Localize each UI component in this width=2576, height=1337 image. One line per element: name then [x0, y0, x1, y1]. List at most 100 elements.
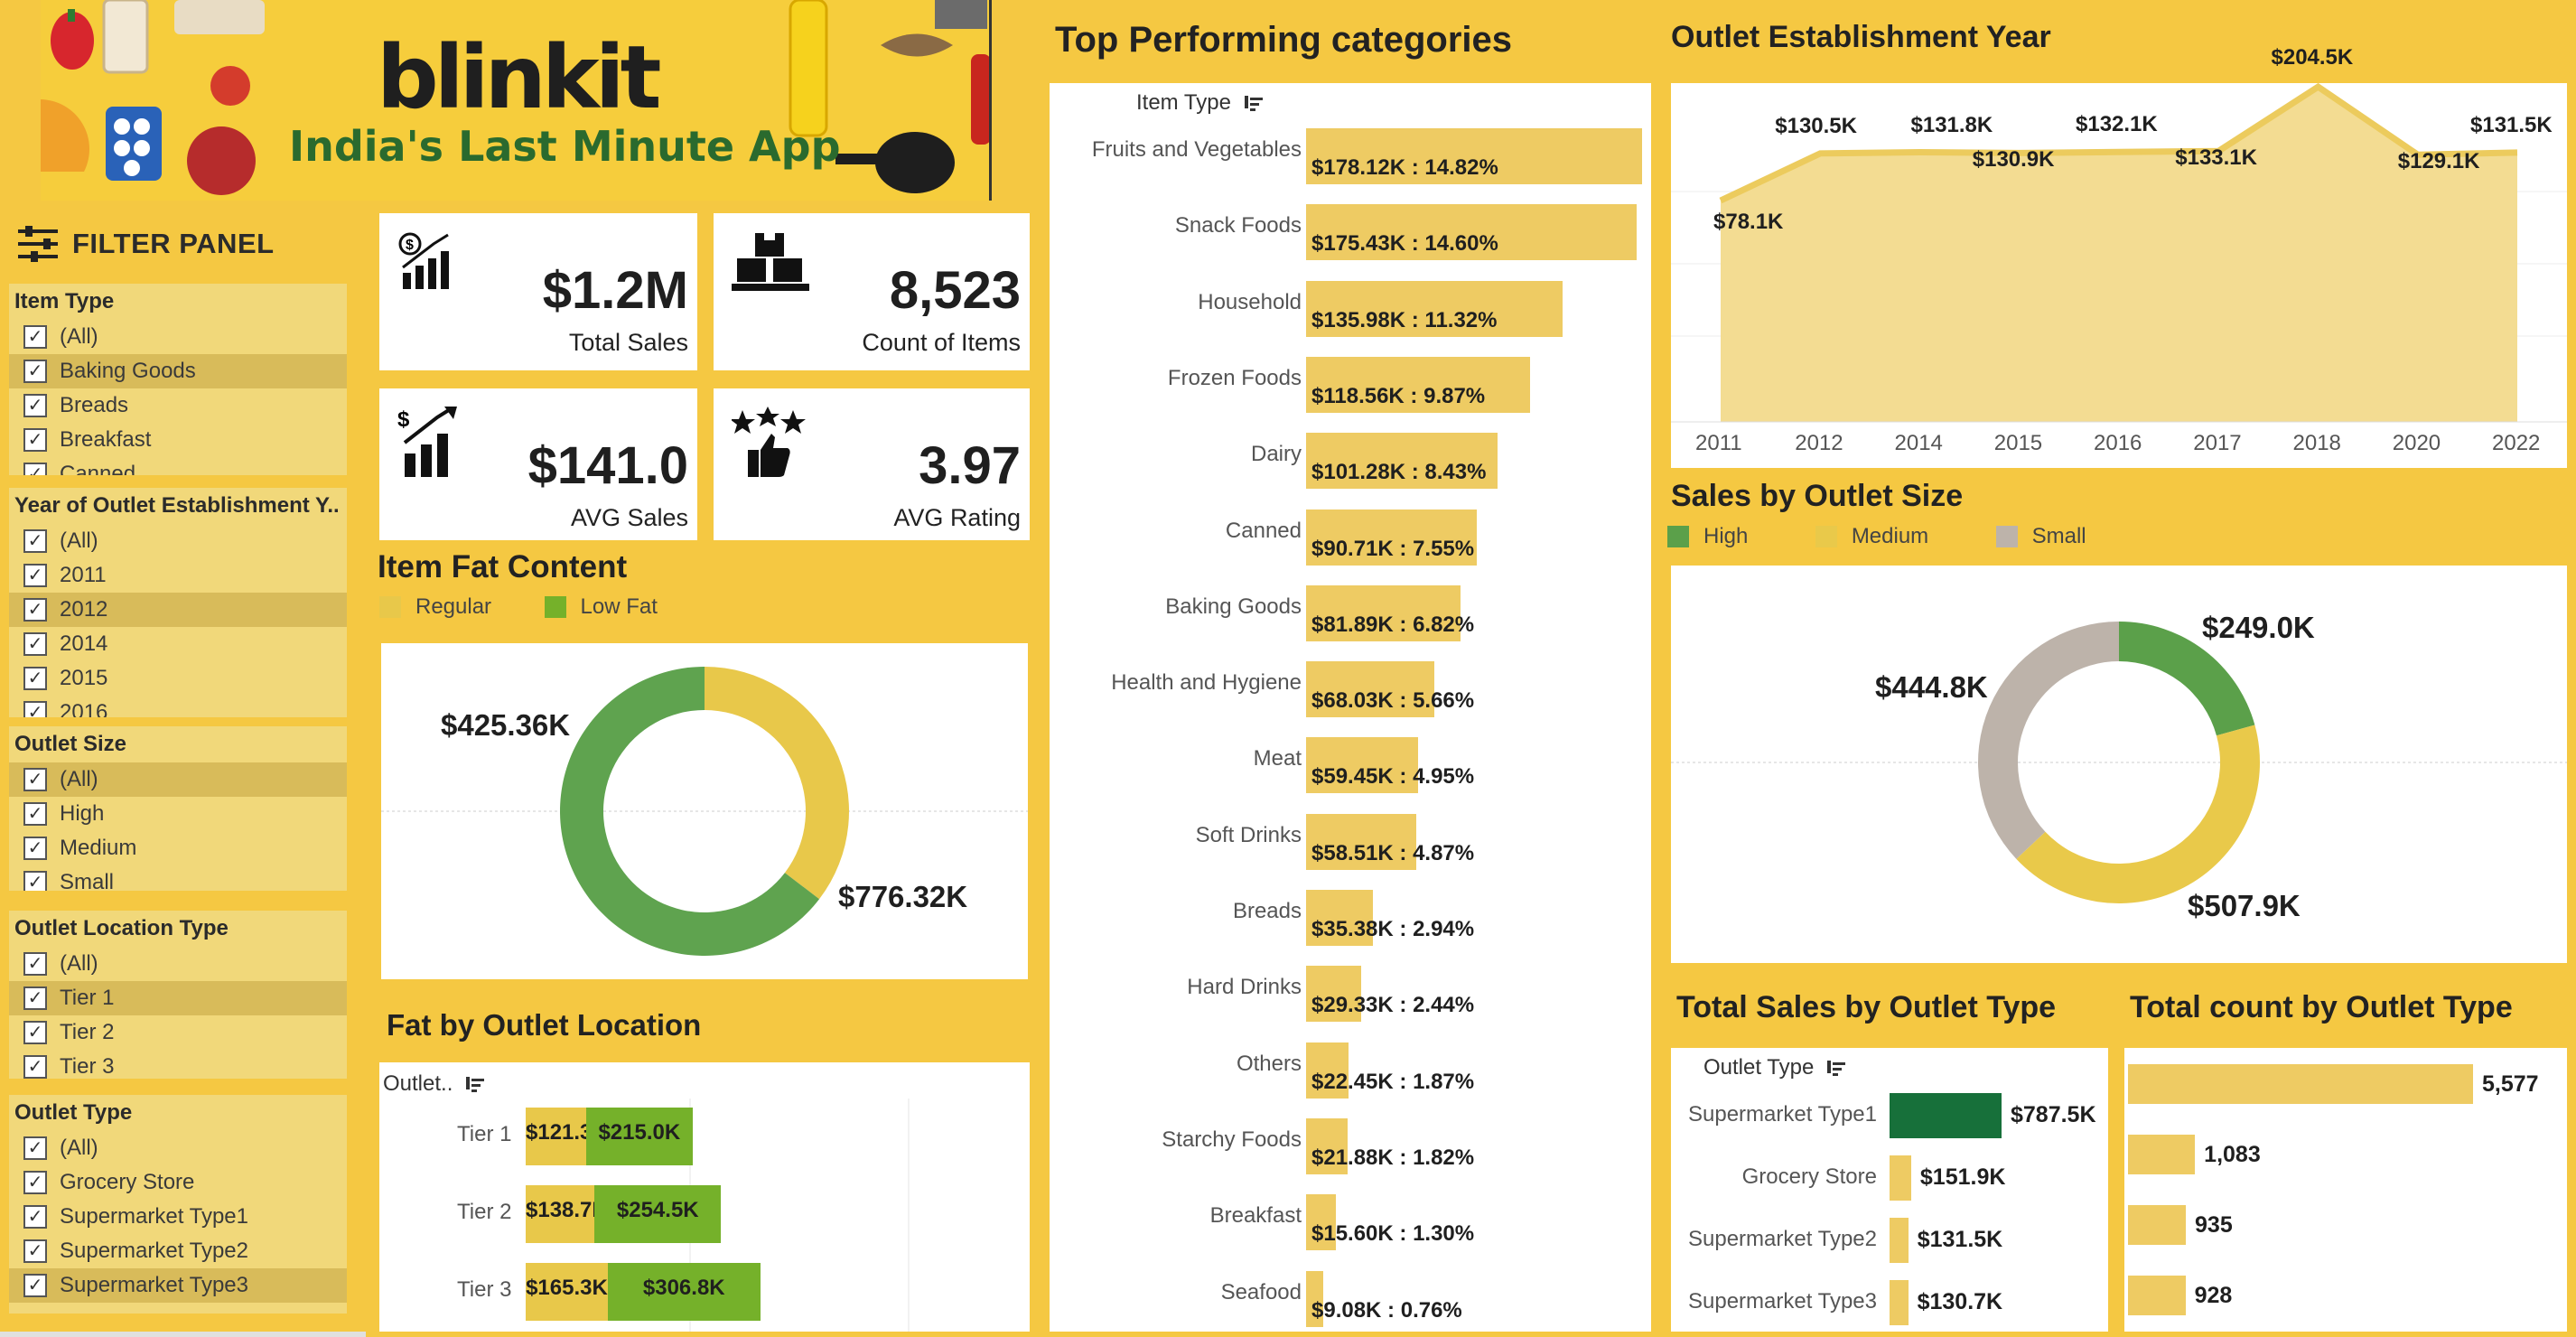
- category-row[interactable]: Starchy Foods $21.88K : 1.82%: [1050, 1117, 1655, 1174]
- fat-by-location-chart: Outlet.. Tier 1 $121.3K $215.0K Tier 2 $138.…: [379, 1062, 1030, 1332]
- outlet-type-bar[interactable]: [1890, 1093, 2002, 1138]
- filter-option[interactable]: ✓ Tier 2: [9, 1015, 347, 1050]
- checkbox[interactable]: ✓: [23, 463, 47, 475]
- checkbox[interactable]: ✓: [23, 598, 47, 622]
- low-fat-bar-segment[interactable]: $254.5K: [594, 1185, 722, 1243]
- filter-option[interactable]: ✓ High: [9, 797, 347, 831]
- low-fat-value-label: $776.32K: [838, 880, 968, 913]
- category-row[interactable]: Others $22.45K : 1.87%: [1050, 1042, 1655, 1099]
- filter-option[interactable]: ✓ (All): [9, 947, 347, 981]
- filter-group-title: Year of Outlet Establishment Y..: [14, 493, 340, 518]
- filter-option[interactable]: ✓ 2015: [9, 661, 347, 696]
- category-row[interactable]: Frozen Foods $118.56K : 9.87%: [1050, 356, 1655, 413]
- filter-option[interactable]: ✓ Tier 3: [9, 1050, 347, 1079]
- category-row[interactable]: Seafood $9.08K : 0.76%: [1050, 1270, 1655, 1327]
- checkbox[interactable]: ✓: [23, 701, 47, 717]
- filter-option[interactable]: ✓ Supermarket Type1: [9, 1200, 347, 1234]
- boxes-icon: [732, 233, 809, 291]
- outlet-type-bar[interactable]: [1890, 1280, 1909, 1325]
- category-row[interactable]: Breakfast $15.60K : 1.30%: [1050, 1194, 1655, 1251]
- filter-option[interactable]: ✓ (All): [9, 762, 347, 797]
- outlet-type-bar[interactable]: [1890, 1218, 1909, 1263]
- filter-option[interactable]: ✓ (All): [9, 320, 347, 354]
- checkbox[interactable]: ✓: [23, 632, 47, 656]
- outlet-count-bar[interactable]: [2128, 1135, 2196, 1174]
- checkbox[interactable]: ✓: [23, 428, 47, 452]
- checkbox[interactable]: ✓: [23, 837, 47, 860]
- checkbox[interactable]: ✓: [23, 1171, 47, 1194]
- checkbox[interactable]: ✓: [23, 952, 47, 976]
- checkbox[interactable]: ✓: [23, 667, 47, 690]
- small-slice[interactable]: [1978, 622, 2119, 859]
- legend-regular[interactable]: Regular: [379, 594, 491, 620]
- outlet-count-bar[interactable]: [2128, 1064, 2473, 1104]
- checkbox[interactable]: ✓: [23, 529, 47, 553]
- outlet-count-bar[interactable]: [2128, 1205, 2187, 1245]
- filter-option[interactable]: ✓ 2016: [9, 696, 347, 717]
- outlet-count-value: 5,577: [2482, 1071, 2539, 1097]
- category-row[interactable]: Household $135.98K : 11.32%: [1050, 280, 1655, 337]
- panel-scrollbar[interactable]: [0, 1332, 366, 1337]
- outlet-type-header[interactable]: Outlet Type: [1703, 1055, 1845, 1080]
- legend-medium[interactable]: Medium: [1815, 524, 1928, 549]
- outlet-type-name: Supermarket Type1: [1687, 1102, 1877, 1127]
- count-by-type-chart: 5,577 1,083 935 928: [2124, 1048, 2567, 1332]
- category-row[interactable]: Canned $90.71K : 7.55%: [1050, 509, 1655, 566]
- category-row[interactable]: Hard Drinks $29.33K : 2.44%: [1050, 966, 1655, 1023]
- low-fat-bar-segment[interactable]: $306.8K: [607, 1263, 761, 1321]
- filter-option[interactable]: ✓ Canned: [9, 457, 347, 475]
- checkbox[interactable]: ✓: [23, 394, 47, 417]
- checkbox[interactable]: ✓: [23, 802, 47, 826]
- regular-bar-segment[interactable]: $121.3K: [526, 1108, 608, 1165]
- category-row[interactable]: Breads $35.38K : 2.94%: [1050, 890, 1655, 946]
- checkbox[interactable]: ✓: [23, 1021, 47, 1044]
- outlet-type-bar[interactable]: [1890, 1155, 1911, 1201]
- outlet-size-title: Sales by Outlet Size: [1671, 479, 1964, 513]
- filter-option[interactable]: ✓ Breakfast: [9, 423, 347, 457]
- checkbox[interactable]: ✓: [23, 871, 47, 891]
- count-items-value: 8,523: [889, 261, 1021, 320]
- category-row[interactable]: Health and Hygiene $68.03K : 5.66%: [1050, 661, 1655, 718]
- checkbox[interactable]: ✓: [23, 564, 47, 587]
- filter-option[interactable]: ✓ (All): [9, 1131, 347, 1165]
- filter-option[interactable]: ✓ Supermarket Type2: [9, 1234, 347, 1268]
- kpi-avg-rating: 3.97 AVG Rating: [714, 388, 1030, 540]
- medium-slice[interactable]: [2016, 725, 2260, 903]
- checkbox[interactable]: ✓: [23, 1205, 47, 1229]
- category-row[interactable]: Meat $59.45K : 4.95%: [1050, 737, 1655, 794]
- category-row[interactable]: Fruits and Vegetables $178.12K : 14.82%: [1050, 128, 1655, 184]
- checkbox[interactable]: ✓: [23, 1055, 47, 1079]
- category-row[interactable]: Dairy $101.28K : 8.43%: [1050, 433, 1655, 490]
- filter-option[interactable]: ✓ 2011: [9, 558, 347, 593]
- category-row[interactable]: Snack Foods $175.43K : 14.60%: [1050, 204, 1655, 261]
- checkbox[interactable]: ✓: [23, 768, 47, 791]
- filter-option[interactable]: ✓ Supermarket Type3: [9, 1268, 347, 1303]
- filter-option[interactable]: ✓ Breads: [9, 388, 347, 423]
- svg-text:$: $: [397, 407, 410, 432]
- filter-option[interactable]: ✓ Small: [9, 865, 347, 891]
- legend-small[interactable]: Small: [1995, 524, 2086, 549]
- low-fat-bar-segment[interactable]: $215.0K: [585, 1108, 693, 1165]
- category-row[interactable]: Baking Goods $81.89K : 6.82%: [1050, 584, 1655, 641]
- legend-low-fat[interactable]: Low Fat: [544, 594, 658, 620]
- checkbox[interactable]: ✓: [23, 1274, 47, 1297]
- filter-option[interactable]: ✓ Baking Goods: [9, 354, 347, 388]
- checkbox[interactable]: ✓: [23, 1136, 47, 1160]
- item-type-header[interactable]: Item Type: [1136, 90, 1263, 116]
- filter-option[interactable]: ✓ (All): [9, 524, 347, 558]
- checkbox[interactable]: ✓: [23, 360, 47, 383]
- filter-option[interactable]: ✓ 2014: [9, 627, 347, 661]
- regular-bar-segment[interactable]: $165.3K: [526, 1263, 608, 1321]
- category-row[interactable]: Soft Drinks $58.51K : 4.87%: [1050, 813, 1655, 870]
- filter-option[interactable]: ✓ Medium: [9, 831, 347, 865]
- filter-option[interactable]: ✓ 2012: [9, 593, 347, 627]
- regular-bar-segment[interactable]: $138.7K: [526, 1185, 608, 1243]
- checkbox[interactable]: ✓: [23, 986, 47, 1010]
- regular-slice[interactable]: [705, 667, 849, 900]
- outlet-count-bar[interactable]: [2128, 1276, 2186, 1315]
- legend-high[interactable]: High: [1667, 524, 1748, 549]
- filter-option[interactable]: ✓ Grocery Store: [9, 1165, 347, 1200]
- checkbox[interactable]: ✓: [23, 1239, 47, 1263]
- filter-option[interactable]: ✓ Tier 1: [9, 981, 347, 1015]
- checkbox[interactable]: ✓: [23, 325, 47, 349]
